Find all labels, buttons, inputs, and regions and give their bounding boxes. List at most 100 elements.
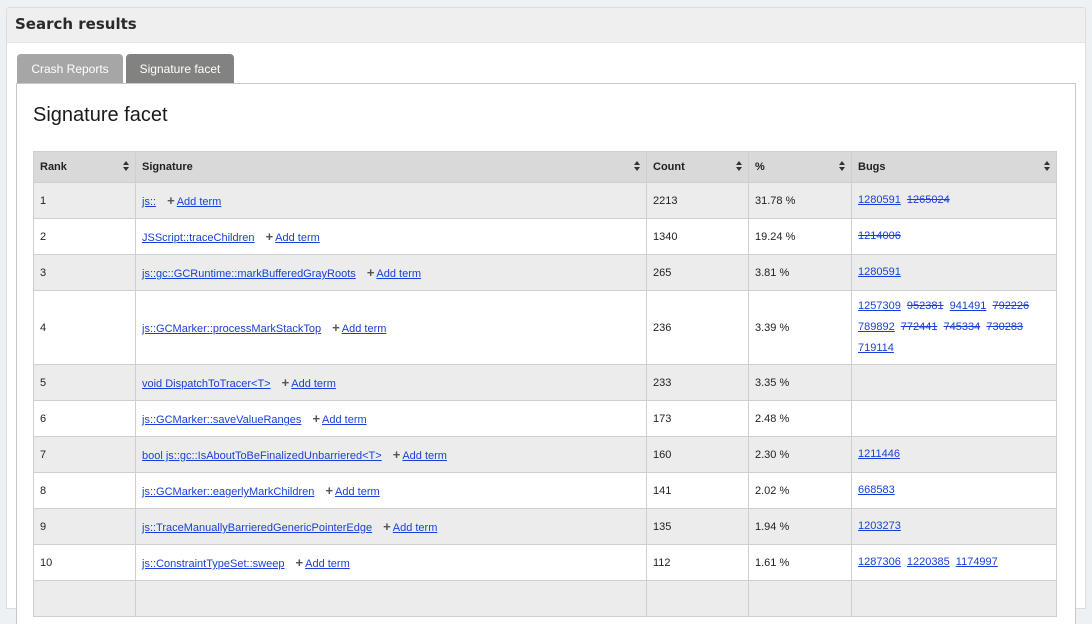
bug-link[interactable]: 1287306 <box>858 556 901 568</box>
count-cell: 2213 <box>646 182 749 219</box>
bugs-cell <box>851 364 1057 401</box>
bug-link[interactable]: 1280591 <box>858 266 901 278</box>
sort-icon[interactable] <box>736 161 743 172</box>
sort-icon[interactable] <box>839 161 846 172</box>
bug-link[interactable]: 1280591 <box>858 194 901 206</box>
bug-link-resolved[interactable]: 1265024 <box>907 194 950 206</box>
signature-cell <box>135 580 647 617</box>
bug-link[interactable]: 1220385 <box>907 556 950 568</box>
bug-link[interactable]: 719114 <box>858 342 894 354</box>
signature-link[interactable]: js::gc::GCRuntime::markBufferedGrayRoots <box>142 268 356 280</box>
add-term-link[interactable]: Add term <box>376 268 421 280</box>
count-cell: 112 <box>646 544 749 581</box>
table-row <box>33 580 1057 617</box>
signature-link[interactable]: js::TraceManuallyBarrieredGenericPointer… <box>142 522 372 534</box>
panel-title: Search results <box>7 8 1085 43</box>
column-header-bugs[interactable]: Bugs <box>851 151 1057 183</box>
count-cell: 236 <box>646 290 749 365</box>
bug-link[interactable]: 668583 <box>858 484 895 496</box>
bug-link[interactable]: 789892 <box>858 321 895 333</box>
bugs-cell: 1280591 1265024 <box>851 182 1057 219</box>
percent-cell: 3.39 % <box>748 290 852 365</box>
signature-cell: js::GCMarker::eagerlyMarkChildren + Add t… <box>135 472 647 509</box>
plus-icon: + <box>392 447 401 462</box>
table-row: 9 js::TraceManuallyBarrieredGenericPointe… <box>33 508 1057 545</box>
signature-link[interactable]: js:: <box>142 196 156 208</box>
signature-link[interactable]: bool js::gc::IsAboutToBeFinalizedUnbarri… <box>142 450 382 462</box>
rank-cell: 7 <box>33 436 136 473</box>
count-cell: 160 <box>646 436 749 473</box>
bugs-cell: 1214006 <box>851 218 1057 255</box>
bug-link-resolved[interactable]: 1214006 <box>858 230 901 242</box>
percent-cell: 2.02 % <box>748 472 852 509</box>
table-row: 4 js::GCMarker::processMarkStackTop + Add … <box>33 290 1057 365</box>
signature-facet-panel: Signature facet Rank Signature Count % B… <box>16 83 1076 624</box>
search-results-panel: Search results Crash Reports Signature f… <box>6 7 1086 624</box>
plus-icon: + <box>265 229 274 244</box>
rank-cell: 1 <box>33 182 136 219</box>
bug-link-resolved[interactable]: 952381 <box>907 300 944 312</box>
bugs-cell: 1203273 <box>851 508 1057 545</box>
signature-link[interactable]: js::GCMarker::saveValueRanges <box>142 414 301 426</box>
add-term-link[interactable]: Add term <box>177 196 222 208</box>
bugs-cell: 1280591 <box>851 254 1057 291</box>
sort-icon[interactable] <box>1044 161 1051 172</box>
rank-cell: 6 <box>33 400 136 437</box>
add-term-link[interactable]: Add term <box>291 378 336 390</box>
bug-link-resolved[interactable]: 730283 <box>986 321 1023 333</box>
plus-icon: + <box>167 193 175 208</box>
table-row: 2 JSScript::traceChildren + Add term 1340 19… <box>33 218 1057 255</box>
signature-link[interactable]: JSScript::traceChildren <box>142 232 255 244</box>
sort-icon[interactable] <box>634 161 641 172</box>
rank-cell: 9 <box>33 508 136 545</box>
bugs-cell: 1287306 1220385 1174997 <box>851 544 1057 581</box>
bugs-cell <box>851 400 1057 437</box>
percent-cell <box>748 580 852 617</box>
count-cell <box>646 580 749 617</box>
tab-signature-facet[interactable]: Signature facet <box>126 54 234 83</box>
plus-icon: + <box>366 265 375 280</box>
column-label: Rank <box>40 161 67 173</box>
percent-cell: 31.78 % <box>748 182 852 219</box>
count-cell: 141 <box>646 472 749 509</box>
add-term-link[interactable]: Add term <box>393 522 438 534</box>
signature-cell: void DispatchToTracer<T> + Add term <box>135 364 647 401</box>
add-term-link[interactable]: Add term <box>335 486 380 498</box>
table-body: 1 js:: + Add term 2213 31.78 % 1280591 126502… <box>33 182 1057 617</box>
signature-link[interactable]: js::GCMarker::processMarkStackTop <box>142 323 321 335</box>
add-term-link[interactable]: Add term <box>305 558 350 570</box>
add-term-link[interactable]: Add term <box>342 323 387 335</box>
column-header-rank[interactable]: Rank <box>33 151 136 183</box>
bug-link-resolved[interactable]: 792226 <box>992 300 1029 312</box>
bug-link[interactable]: 1211446 <box>858 448 900 460</box>
percent-cell: 1.61 % <box>748 544 852 581</box>
plus-icon: + <box>383 519 391 534</box>
table-row: 1 js:: + Add term 2213 31.78 % 1280591 126502… <box>33 182 1057 219</box>
add-term-link[interactable]: Add term <box>322 414 367 426</box>
table-row: 3 js::gc::GCRuntime::markBufferedGrayRoot… <box>33 254 1057 291</box>
signature-cell: js::ConstraintTypeSet::sweep + Add term <box>135 544 647 581</box>
add-term-link[interactable]: Add term <box>402 450 447 462</box>
plus-icon: + <box>312 411 321 426</box>
bug-link[interactable]: 1174997 <box>956 556 998 568</box>
column-header-signature[interactable]: Signature <box>135 151 647 183</box>
bug-link[interactable]: 941491 <box>950 300 987 312</box>
bug-link-resolved[interactable]: 772441 <box>901 321 938 333</box>
add-term-link[interactable]: Add term <box>275 232 320 244</box>
plus-icon: + <box>332 320 340 335</box>
column-label: Bugs <box>858 161 886 173</box>
table-header-row: Rank Signature Count % Bugs <box>33 151 1057 183</box>
column-header-count[interactable]: Count <box>646 151 749 183</box>
bugs-cell: 1257309 952381 941491 792226 789892 7724… <box>851 290 1057 365</box>
tab-crash-reports[interactable]: Crash Reports <box>17 54 123 83</box>
bug-link[interactable]: 1257309 <box>858 300 901 312</box>
table-row: 5 void DispatchToTracer<T> + Add term 233 3.… <box>33 364 1057 401</box>
signature-link[interactable]: js::GCMarker::eagerlyMarkChildren <box>142 486 314 498</box>
signature-link[interactable]: js::ConstraintTypeSet::sweep <box>142 558 284 570</box>
bug-link[interactable]: 1203273 <box>858 520 901 532</box>
column-header-percent[interactable]: % <box>748 151 852 183</box>
signature-cell: bool js::gc::IsAboutToBeFinalizedUnbarri… <box>135 436 647 473</box>
bug-link-resolved[interactable]: 745334 <box>944 321 981 333</box>
signature-link[interactable]: void DispatchToTracer<T> <box>142 378 271 390</box>
sort-icon[interactable] <box>123 161 130 172</box>
